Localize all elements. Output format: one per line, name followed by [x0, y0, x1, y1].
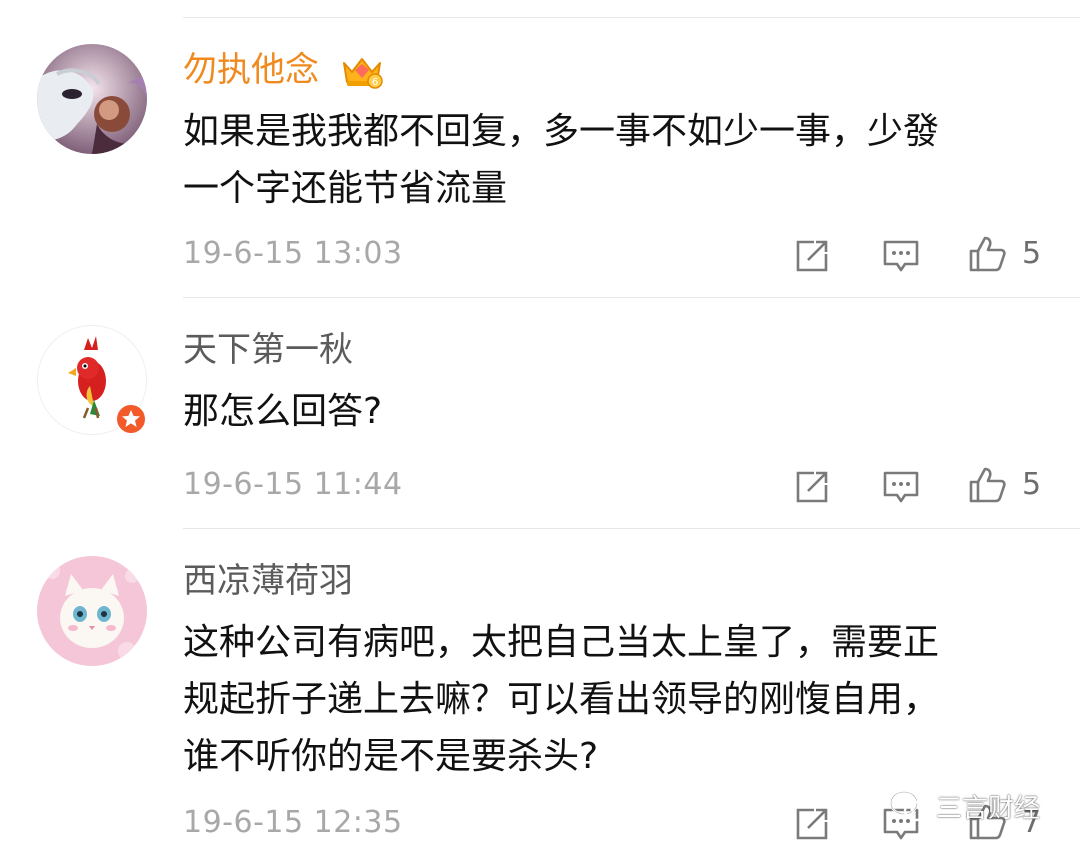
vip-level: 6 [372, 77, 378, 88]
comment-line: 那怎么回答? [183, 391, 383, 432]
comment-line: 谁不听你的是不是要杀头? [183, 736, 599, 777]
top-divider [183, 17, 1080, 18]
timestamp: 19-6-15 11:44 [183, 467, 403, 502]
avatar[interactable] [37, 556, 147, 666]
comment-text: 那怎么回答? [183, 383, 1033, 440]
comment-line: 如果是我我都不回复，多一事不如少一事，少發 [183, 111, 940, 152]
like-count: 5 [1022, 236, 1042, 271]
like-count: 5 [1022, 467, 1042, 502]
comment-icon[interactable] [881, 236, 921, 276]
comment-line: 一个字还能节省流量 [183, 168, 508, 209]
comment-icon[interactable] [881, 467, 921, 507]
username[interactable]: 勿执他念 [183, 50, 319, 90]
share-icon[interactable] [792, 804, 832, 844]
avatar[interactable] [37, 44, 147, 154]
watermark: 三言财经 [888, 784, 1040, 828]
timestamp: 19-6-15 13:03 [183, 236, 403, 271]
username[interactable]: 西凉薄荷羽 [183, 561, 353, 601]
comment-text: 如果是我我都不回复，多一事不如少一事，少發 一个字还能节省流量 [183, 103, 1033, 217]
comment-line: 这种公司有病吧，太把自己当太上皇了，需要正 [183, 622, 940, 663]
comment-line: 规起折子递上去嘛？可以看出领导的刚愎自用， [183, 679, 940, 720]
like-icon[interactable] [967, 465, 1007, 505]
divider [183, 297, 1080, 298]
verified-badge-icon [115, 403, 147, 435]
username[interactable]: 天下第一秋 [183, 330, 353, 370]
comment-text: 这种公司有病吧，太把自己当太上皇了，需要正 规起折子递上去嘛？可以看出领导的刚愎… [183, 614, 1033, 785]
share-icon[interactable] [792, 236, 832, 276]
divider [183, 528, 1080, 529]
vip-crown-icon: 6 [343, 58, 383, 89]
like-icon[interactable] [967, 234, 1007, 274]
watermark-text: 三言财经 [936, 793, 1041, 824]
wechat-icon [889, 790, 929, 822]
timestamp: 19-6-15 12:35 [183, 805, 403, 840]
share-icon[interactable] [792, 467, 832, 507]
